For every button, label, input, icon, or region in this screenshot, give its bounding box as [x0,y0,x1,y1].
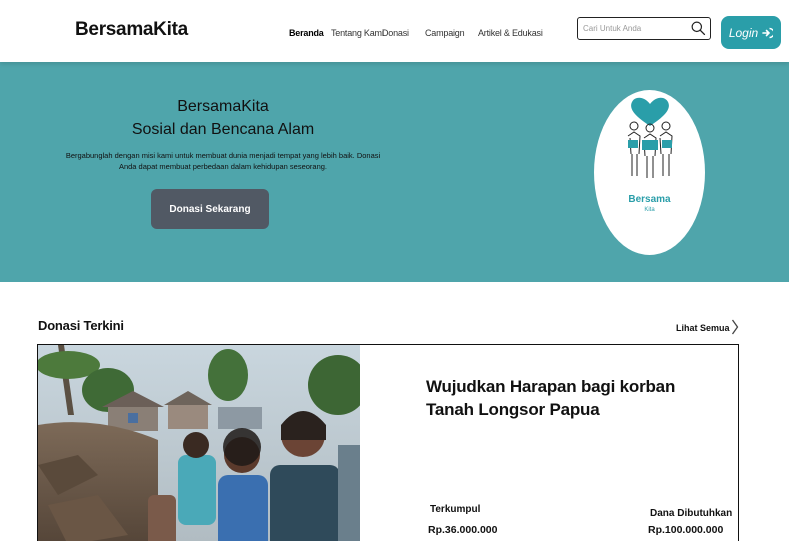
collected-amount: Rp.36.000.000 [428,524,498,536]
logo-subword: Kita [644,207,655,213]
collected-label: Terkumpul [430,504,481,515]
nav-artikel-edukasi[interactable]: Artikel & Edukasi [478,28,543,38]
hero-description: Bergabunglah dengan misi kami untuk memb… [65,151,381,171]
see-all-link[interactable]: Lihat Semua [676,319,739,336]
recent-donations-title: Donasi Terkini [38,318,124,333]
hero-subtitle: Sosial dan Bencana Alam [131,121,315,138]
chevron-right-icon [731,319,738,335]
search-input[interactable] [583,21,687,36]
search-box [577,17,711,40]
donation-campaign-card[interactable]: Wujudkan Harapan bagi korban Tanah Longs… [37,344,739,541]
top-navbar: BersamaKita Beranda Tentang Kami Donasi … [0,0,789,62]
donate-now-button[interactable]: Donasi Sekarang [151,189,269,229]
needed-label: Dana Dibutuhkan [650,508,733,519]
nav-campaign[interactable]: Campaign [425,28,465,38]
nav-tentang-kami[interactable]: Tentang Kami [331,28,384,38]
needed-amount: Rp.100.000.000 [648,524,724,536]
bersamakita-logo: Bersama Kita [594,90,705,255]
see-all-label: Lihat Semua [676,323,730,333]
search-icon[interactable] [690,20,707,37]
login-arrow-icon [762,27,774,38]
landslide-victims-photo [38,345,360,541]
hero-title: BersamaKita [177,98,269,115]
hero-banner: BersamaKita Sosial dan Bencana Alam Berg… [0,62,789,282]
hands-heart-logo-icon [627,97,673,178]
logo-wordmark: Bersama [628,194,671,205]
login-button[interactable]: Login [721,16,781,49]
brand-logo-text[interactable]: BersamaKita [75,19,188,41]
login-label: Login [728,25,759,40]
campaign-photo [38,345,360,541]
nav-beranda[interactable]: Beranda [289,28,324,38]
nav-donasi[interactable]: Donasi [382,28,409,38]
campaign-title: Wujudkan Harapan bagi korban Tanah Longs… [426,377,676,419]
